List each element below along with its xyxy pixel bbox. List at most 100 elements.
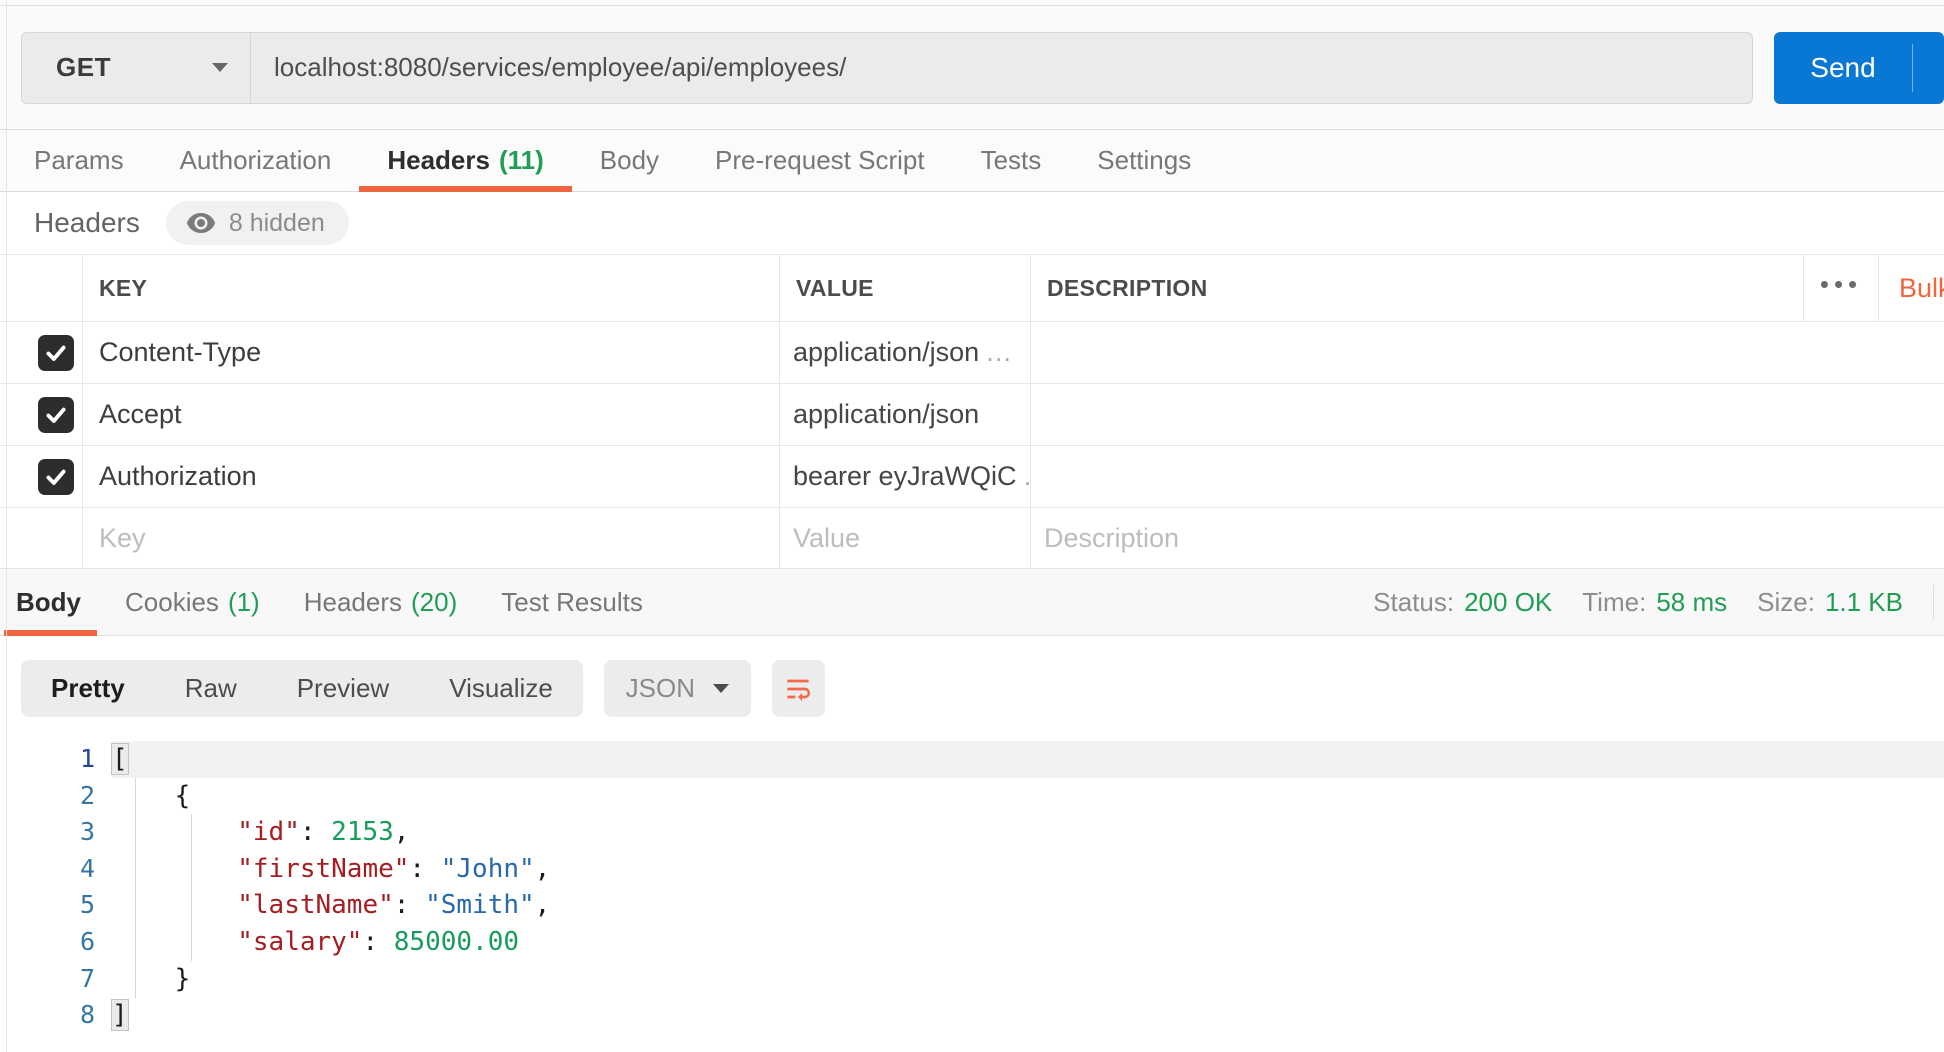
header-key-cell[interactable]: Content-Type — [82, 322, 779, 383]
header-value-cell[interactable]: application/json … — [779, 322, 1030, 383]
url-field-wrap — [250, 31, 1753, 104]
response-stats: Status: 200 OK Time: 58 ms Size: 1.1 KB — [1373, 569, 1934, 635]
table-row: Content-Type application/json … — [0, 322, 1944, 384]
line-number: 5 — [79, 890, 95, 920]
size-stat: Size: 1.1 KB — [1757, 587, 1903, 618]
tab-label: Body — [16, 586, 81, 617]
code-line[interactable]: 1[ — [0, 741, 1944, 778]
new-description-input[interactable] — [1044, 522, 1944, 554]
code-line-content: { — [112, 780, 191, 811]
code-line-content: } — [112, 963, 191, 994]
view-mode-pretty[interactable]: Pretty — [51, 673, 125, 704]
postman-app: GET Send Params Authorization Headers (1… — [0, 0, 1944, 1052]
table-row: Authorization bearer eyJraWQiC … — [0, 446, 1944, 508]
request-tabs: Params Authorization Headers (11) Body P… — [0, 130, 1944, 192]
wrap-text-button[interactable] — [771, 660, 825, 717]
code-line[interactable]: 5 "lastName": "Smith", — [0, 887, 1944, 924]
tab-authorization[interactable]: Authorization — [180, 130, 332, 191]
row-checkbox-checked[interactable] — [38, 334, 74, 371]
header-value-cell[interactable]: bearer eyJraWQiC … — [779, 446, 1030, 507]
code-line-content: "lastName": "Smith", — [237, 890, 551, 921]
tab-count: (20) — [411, 586, 458, 617]
hidden-headers-toggle[interactable]: 8 hidden — [165, 201, 349, 245]
line-number: 6 — [79, 926, 95, 956]
tab-label: Test Results — [501, 586, 643, 617]
headers-table: KEY VALUE DESCRIPTION ••• Bulk Content-T… — [0, 254, 1944, 568]
send-button[interactable]: Send — [1774, 31, 1944, 104]
tab-label: Tests — [980, 145, 1042, 175]
method-select[interactable]: GET — [21, 31, 250, 104]
description-column-header: DESCRIPTION — [1030, 255, 1803, 321]
row-checkbox-cell — [0, 322, 82, 383]
header-value-cell[interactable]: application/json — [779, 384, 1030, 445]
line-number: 1 — [79, 744, 95, 773]
header-description-cell[interactable] — [1030, 322, 1944, 383]
line-number: 4 — [79, 853, 95, 883]
code-line[interactable]: 7 } — [0, 961, 1944, 998]
time-value: 58 ms — [1656, 586, 1728, 617]
header-key-cell[interactable]: Authorization — [82, 446, 779, 507]
response-tabs: Body Cookies (1) Headers (20) Test Resul… — [4, 569, 643, 636]
new-value-cell — [779, 508, 1030, 568]
response-tab-headers[interactable]: Headers (20) — [304, 569, 458, 635]
language-select[interactable]: JSON — [603, 660, 751, 717]
header-key-cell[interactable]: Accept — [82, 384, 779, 445]
header-value-text: application/json — [793, 399, 980, 429]
code-line[interactable]: 8] — [0, 997, 1944, 1034]
response-tab-cookies[interactable]: Cookies (1) — [125, 569, 260, 635]
table-header-row: KEY VALUE DESCRIPTION ••• Bulk — [0, 255, 1944, 322]
tab-count: (1) — [227, 586, 260, 617]
time-label: Time: — [1582, 586, 1647, 617]
new-key-cell — [82, 508, 779, 568]
window-left-edge — [6, 0, 7, 1052]
tab-tests[interactable]: Tests — [981, 130, 1042, 191]
header-description-cell[interactable] — [1030, 446, 1944, 507]
response-tab-test-results[interactable]: Test Results — [501, 569, 643, 635]
row-checkbox-cell-empty — [0, 508, 82, 568]
tab-settings[interactable]: Settings — [1097, 130, 1191, 191]
row-checkbox-checked[interactable] — [38, 458, 74, 495]
new-description-cell — [1030, 508, 1944, 568]
indent-guide — [191, 814, 192, 961]
new-key-input[interactable] — [99, 522, 779, 554]
new-value-input[interactable] — [793, 522, 1030, 554]
table-row: Accept application/json — [0, 384, 1944, 446]
checkbox-column-header — [0, 255, 82, 321]
status-badge: 200 OK — [1464, 586, 1553, 617]
code-line-content: "id": 2153, — [237, 817, 410, 848]
code-line-content: "salary": 85000.00 — [237, 926, 520, 957]
row-checkbox-checked[interactable] — [38, 396, 74, 433]
header-description-cell[interactable] — [1030, 384, 1944, 445]
response-code[interactable]: 1[2 {3 "id": 2153, 4 "firstName": "John",… — [0, 741, 1944, 1034]
tab-pre-request-script[interactable]: Pre-request Script — [715, 130, 925, 191]
tab-label: Params — [34, 145, 124, 175]
line-number: 7 — [79, 963, 95, 993]
headers-panel-head: Headers 8 hidden — [0, 192, 1944, 254]
request-url-bar: GET Send — [0, 5, 1944, 130]
tab-body[interactable]: Body — [600, 130, 659, 191]
response-tab-body[interactable]: Body — [4, 569, 97, 636]
tab-label: Pre-request Script — [715, 145, 925, 175]
code-line[interactable]: 2 { — [0, 778, 1944, 815]
view-mode-group: Pretty Raw Preview Visualize — [21, 660, 583, 717]
check-icon — [46, 345, 66, 361]
tab-label: Headers — [303, 586, 402, 617]
response-view-toolbar: Pretty Raw Preview Visualize JSON — [21, 660, 1944, 717]
view-mode-raw[interactable]: Raw — [185, 673, 237, 704]
code-line[interactable]: 6 "salary": 85000.00 — [0, 924, 1944, 961]
truncation-ellipsis: … — [1023, 461, 1030, 492]
code-line[interactable]: 4 "firstName": "John", — [0, 851, 1944, 888]
code-line-content: ] — [111, 999, 129, 1032]
bulk-edit-link[interactable]: Bulk — [1878, 255, 1944, 321]
size-label: Size: — [1757, 586, 1815, 617]
code-line[interactable]: 3 "id": 2153, — [0, 814, 1944, 851]
time-stat: Time: 58 ms — [1582, 587, 1727, 618]
view-mode-visualize[interactable]: Visualize — [449, 673, 553, 704]
tab-count: (11) — [498, 145, 544, 175]
url-input[interactable] — [274, 52, 1732, 83]
tab-headers[interactable]: Headers (11) — [359, 130, 573, 192]
check-icon — [46, 407, 66, 423]
more-options-icon[interactable]: ••• — [1803, 255, 1878, 321]
tab-params[interactable]: Params — [34, 130, 124, 191]
view-mode-preview[interactable]: Preview — [297, 673, 389, 704]
